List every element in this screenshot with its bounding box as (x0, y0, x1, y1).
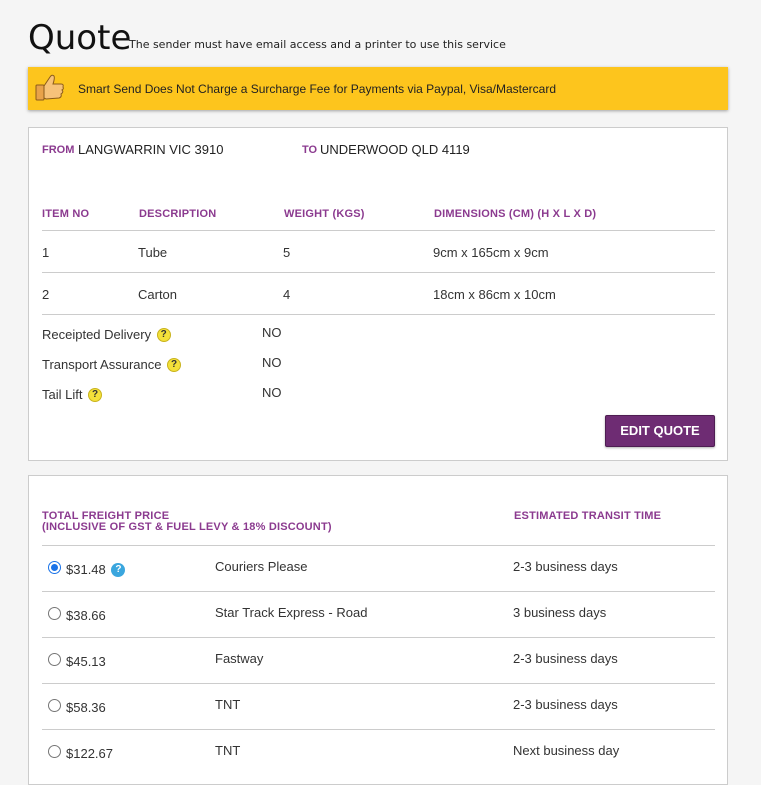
transit-header: ESTIMATED TRANSIT TIME (514, 510, 662, 522)
option-label: Transport Assurance (42, 357, 162, 372)
to-label: TO (302, 144, 318, 156)
page-title: Quote (28, 18, 132, 58)
option-value: NO (262, 325, 282, 340)
freight-options-panel: TOTAL FREIGHT PRICE (INCLUSIVE OF GST & … (28, 475, 728, 785)
from-label: FROM (42, 144, 75, 156)
help-icon[interactable]: ? (156, 328, 171, 342)
freight-price: $38.66 (66, 608, 106, 623)
freight-carrier: TNT (215, 743, 241, 758)
option-value: NO (262, 355, 282, 370)
item-dimensions: 18cm x 86cm x 10cm (433, 287, 556, 302)
item-dimensions: 9cm x 165cm x 9cm (433, 245, 549, 260)
price-header-line2: (INCLUSIVE OF GST & FUEL LEVY & 18% DISC… (42, 521, 332, 533)
option-label: Tail Lift (42, 387, 83, 402)
thumbs-up-icon (34, 73, 66, 108)
freight-carrier: Star Track Express - Road (215, 605, 368, 620)
banner-text: Smart Send Does Not Charge a Surcharge F… (78, 82, 557, 96)
freight-carrier: Couriers Please (215, 559, 308, 574)
freight-price: $122.67 (66, 746, 113, 761)
edit-quote-button[interactable]: EDIT QUOTE (605, 415, 715, 447)
freight-carrier: TNT (215, 697, 241, 712)
option-value: NO (262, 385, 282, 400)
info-icon[interactable]: ? (111, 563, 126, 577)
freight-price: $31.48 (66, 562, 106, 577)
item-no: 1 (42, 245, 50, 260)
freight-price: $45.13 (66, 654, 106, 669)
freight-radio[interactable] (48, 607, 61, 620)
freight-transit: 2-3 business days (513, 559, 618, 574)
freight-transit: 2-3 business days (513, 651, 618, 666)
freight-radio[interactable] (48, 699, 61, 712)
option-label: Receipted Delivery (42, 327, 152, 342)
item-weight: 4 (283, 287, 291, 302)
divider (42, 545, 715, 546)
col-header-dimensions: DIMENSIONS (CM) (H X L X D) (434, 208, 597, 220)
help-icon[interactable]: ? (88, 388, 103, 402)
col-header-item-no: ITEM NO (42, 208, 90, 220)
item-description: Tube (138, 245, 168, 260)
freight-transit: 3 business days (513, 605, 607, 620)
divider (42, 272, 715, 273)
page-subtitle: The sender must have email access and a … (129, 38, 506, 51)
divider (42, 637, 715, 638)
to-value: UNDERWOOD QLD 4119 (320, 142, 470, 157)
item-description: Carton (138, 287, 178, 302)
divider (42, 314, 715, 315)
promo-banner: Smart Send Does Not Charge a Surcharge F… (28, 67, 728, 110)
freight-radio[interactable] (48, 561, 61, 574)
divider (42, 230, 715, 231)
freight-price: $58.36 (66, 700, 106, 715)
freight-radio[interactable] (48, 653, 61, 666)
from-value: LANGWARRIN VIC 3910 (78, 142, 224, 157)
freight-transit: 2-3 business days (513, 697, 618, 712)
shipment-summary-panel: FROM LANGWARRIN VIC 3910 TO UNDERWOOD QL… (28, 127, 728, 461)
divider (42, 729, 715, 730)
divider (42, 683, 715, 684)
divider (42, 591, 715, 592)
col-header-description: DESCRIPTION (139, 208, 217, 220)
col-header-weight: WEIGHT (KGS) (284, 208, 365, 220)
freight-carrier: Fastway (215, 651, 264, 666)
item-no: 2 (42, 287, 50, 302)
item-weight: 5 (283, 245, 291, 260)
freight-transit: Next business day (513, 743, 620, 758)
freight-radio[interactable] (48, 745, 61, 758)
help-icon[interactable]: ? (167, 358, 182, 372)
